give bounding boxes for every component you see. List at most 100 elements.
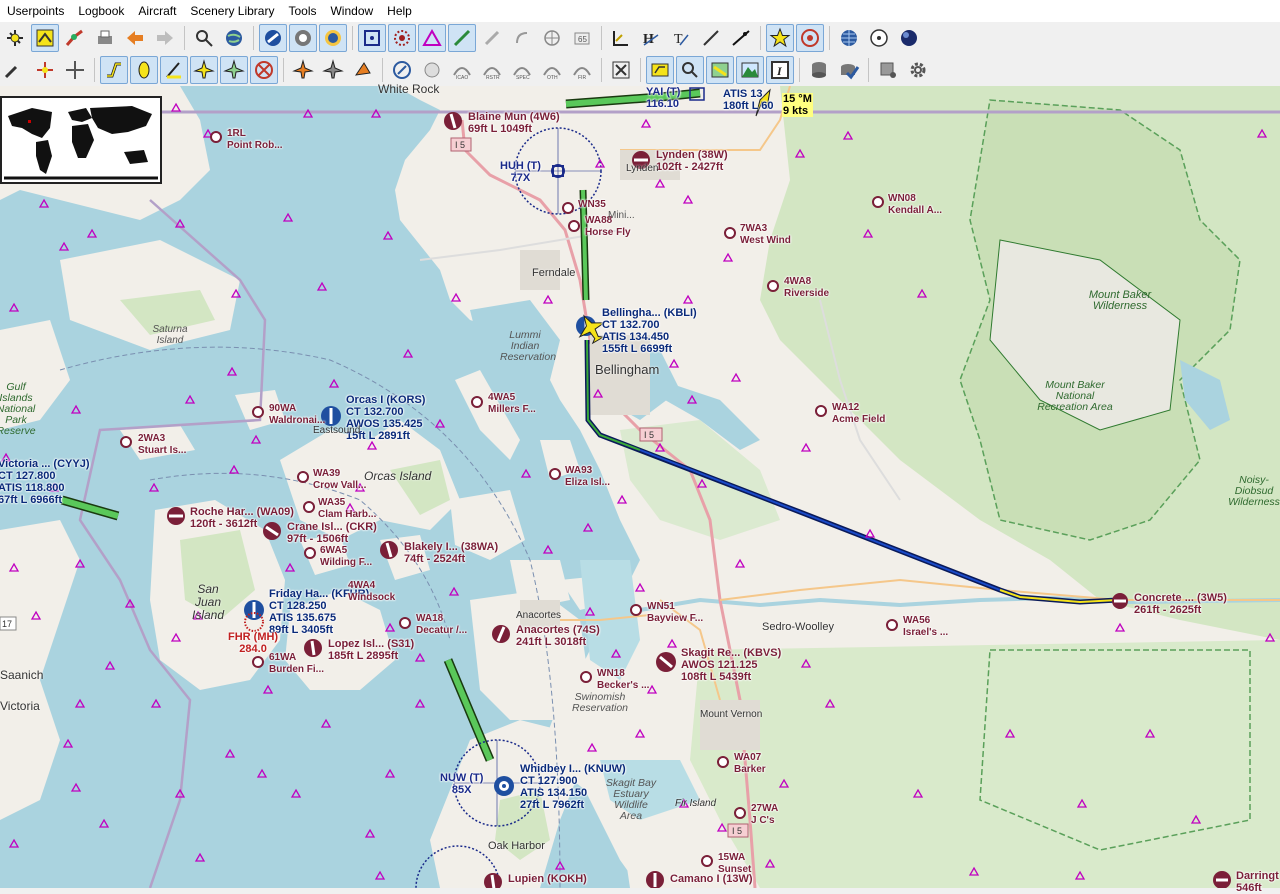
restricted-icon[interactable]: RSTR (478, 56, 506, 84)
field-label-wn08[interactable]: WN08 Kendall A... (888, 193, 942, 217)
field-label-wa18[interactable]: WA18 Decatur /... (416, 613, 467, 637)
airport-label-partial-atis[interactable]: ATIS 13 180ft L 60 (723, 88, 774, 112)
helicopter-icon[interactable] (319, 56, 347, 84)
field-label-wa56[interactable]: WA56 Israel's ... (903, 615, 948, 639)
navaid-label-fhr[interactable]: FHR (MH) 284.0 (228, 631, 278, 655)
icao-airspace-icon[interactable]: ICAO (448, 56, 476, 84)
terrain-icon[interactable]: 65 (568, 24, 596, 52)
route-line-icon[interactable] (100, 56, 128, 84)
field-label-15wa[interactable]: 15WA Sunset (718, 852, 751, 876)
airport-label-cyyj[interactable]: Victoria ... (CYYJ) CT 127.800 ATIS 118.80… (0, 458, 90, 506)
field-label-wn18[interactable]: WN18 Becker's ... (597, 668, 649, 692)
menu-scenery-library[interactable]: Scenery Library (183, 0, 281, 22)
airway-icon[interactable] (418, 24, 446, 52)
navaid-label-yai[interactable]: YAI (T) 116.10 (646, 86, 680, 110)
field-label-wa12[interactable]: WA12 Acme Field (832, 402, 885, 426)
field-label-wa35[interactable]: WA35 Clam Harb... (318, 497, 376, 521)
target-icon[interactable] (796, 24, 824, 52)
field-label-wa07[interactable]: WA07 Barker (734, 752, 766, 776)
field-label-7wa3[interactable]: 7WA3 West Wind (740, 223, 791, 247)
wind-icon[interactable] (250, 56, 278, 84)
navaid-label-nuw[interactable]: NUW (T) 85X (440, 772, 483, 796)
field-label-wn35[interactable]: WN35 (578, 199, 606, 211)
close-icon[interactable] (607, 56, 635, 84)
airport-label-kbli[interactable]: Bellingha... (KBLI) CT 132.700 ATIS 134.45… (602, 307, 697, 355)
measure-icon[interactable] (478, 24, 506, 52)
airport-label-kokh[interactable]: Lupien (KOKH) (508, 873, 587, 885)
info-icon[interactable]: I (766, 56, 794, 84)
text-tool-icon[interactable]: T (667, 24, 695, 52)
map-canvas[interactable]: I 5 I 5 I 5 17 (0, 86, 1280, 888)
airspace-sfc-icon[interactable] (418, 56, 446, 84)
menu-logbook[interactable]: Logbook (71, 0, 131, 22)
airport-label-74s[interactable]: Anacortes (74S) 241ft L 3018ft (516, 624, 600, 648)
flightplan-route-icon[interactable] (61, 24, 89, 52)
check-icon[interactable] (835, 56, 863, 84)
scenery-icon[interactable] (706, 56, 734, 84)
airspace-icon[interactable] (388, 56, 416, 84)
waypoint-icon[interactable] (358, 24, 386, 52)
globe-icon[interactable] (220, 24, 248, 52)
map-view[interactable]: I 5 I 5 I 5 17 (0, 86, 1280, 888)
flightplan-open-icon[interactable] (31, 24, 59, 52)
sphere-icon[interactable] (895, 24, 923, 52)
ai-aircraft-icon[interactable] (220, 56, 248, 84)
heading-icon[interactable]: H (637, 24, 665, 52)
airplane-icon[interactable] (190, 56, 218, 84)
airport-label-38wa[interactable]: Blakely I... (38WA) 74ft - 2524ft (404, 541, 498, 565)
print-icon[interactable] (91, 24, 119, 52)
other-icon[interactable]: OTH (538, 56, 566, 84)
track-icon[interactable] (607, 24, 635, 52)
menu-help[interactable]: Help (380, 0, 419, 22)
grid-icon[interactable] (835, 24, 863, 52)
ndb-icon[interactable] (319, 24, 347, 52)
distance-icon[interactable] (727, 24, 755, 52)
field-label-wn51[interactable]: WN51 Bayview F... (647, 601, 703, 625)
field-label-2wa3[interactable]: 2WA3 Stuart Is... (138, 433, 186, 457)
label-icon[interactable] (646, 56, 674, 84)
airport-label-kbvs[interactable]: Skagit Re... (KBVS) AWOS 121.125 108ft L 5… (681, 647, 781, 683)
star-icon[interactable] (766, 24, 794, 52)
forward-icon[interactable] (151, 24, 179, 52)
center-aircraft-icon[interactable] (61, 56, 89, 84)
pen-icon[interactable] (697, 24, 725, 52)
mountain-icon[interactable] (736, 56, 764, 84)
field-label-4wa4[interactable]: 4WA4 Windsock (348, 580, 395, 604)
vor-radial-icon[interactable] (388, 24, 416, 52)
search-icon[interactable] (190, 24, 218, 52)
airport-label-38w[interactable]: Lynden (38W) 102ft - 2427ft (656, 149, 728, 173)
compass-icon[interactable] (865, 24, 893, 52)
range-ring-icon[interactable] (508, 24, 536, 52)
user-point-icon[interactable] (448, 24, 476, 52)
field-label-wa39[interactable]: WA39 Crow Vall... (313, 468, 366, 492)
field-label-wa93[interactable]: WA93 Eliza Isl... (565, 465, 610, 489)
highlight-icon[interactable] (130, 56, 158, 84)
user-aircraft-icon[interactable] (289, 56, 317, 84)
airport-icon[interactable] (259, 24, 287, 52)
overview-map[interactable] (0, 96, 162, 184)
navaid-label-huh[interactable]: HUH (T) 77X (500, 160, 541, 184)
vor-icon[interactable] (289, 24, 317, 52)
fir-icon[interactable]: FIR (568, 56, 596, 84)
special-icon[interactable]: SPEC (508, 56, 536, 84)
menu-window[interactable]: Window (323, 0, 380, 22)
field-label-4wa8[interactable]: 4WA8 Riverside (784, 276, 829, 300)
field-label-90wa[interactable]: 90WA Waldronai... (269, 403, 325, 427)
menu-aircraft[interactable]: Aircraft (131, 0, 183, 22)
ils-icon[interactable] (538, 24, 566, 52)
airport-label-4w6[interactable]: Blaine Mun (4W6) 69ft L 1049ft (468, 111, 560, 135)
field-label-1rl[interactable]: 1RL Point Rob... (227, 128, 283, 152)
ship-icon[interactable] (349, 56, 377, 84)
airport-label-s31[interactable]: Lopez Isl... (S31) 185ft L 2895ft (328, 638, 414, 662)
compass-rose-icon[interactable] (31, 56, 59, 84)
field-label-4wa5[interactable]: 4WA5 Millers F... (488, 392, 536, 416)
airport-label-3w5[interactable]: Concrete ... (3W5) 261ft - 2625ft (1134, 592, 1227, 616)
gear-icon[interactable] (904, 56, 932, 84)
back-icon[interactable] (121, 24, 149, 52)
airport-label-wa09[interactable]: Roche Har... (WA09) 120ft - 3612ft (190, 506, 294, 530)
field-label-6wa5[interactable]: 6WA5 Wilding F... (320, 545, 372, 569)
distance-line-icon[interactable] (160, 56, 188, 84)
aircraft-trail-icon[interactable] (1, 56, 29, 84)
field-label-61wa[interactable]: 61WA Burden Fi... (269, 652, 324, 676)
field-label-27wa[interactable]: 27WA J C's (751, 803, 778, 827)
